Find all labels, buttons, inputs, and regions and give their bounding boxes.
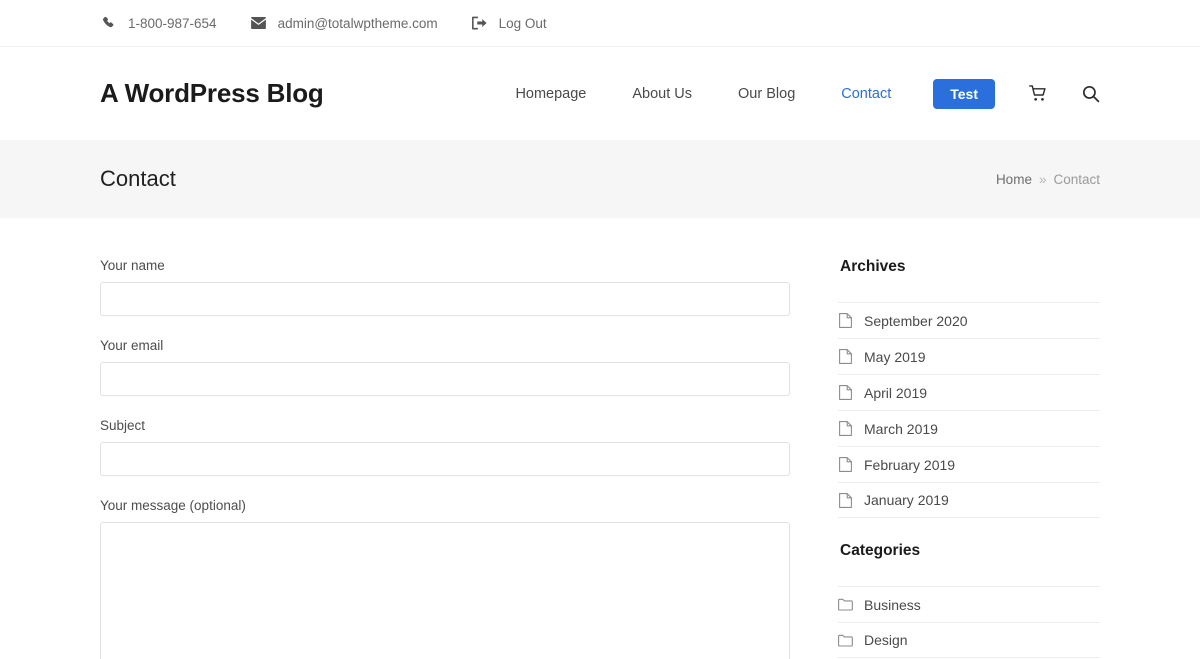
- page-content: Your name Your email Subject Your messag…: [0, 218, 1200, 659]
- list-item-label: March 2019: [864, 420, 938, 437]
- categories-list: Business Design: [838, 586, 1100, 658]
- field-label-your-name: Your name: [100, 258, 165, 273]
- list-item-label: May 2019: [864, 348, 926, 365]
- page-title: Contact: [100, 166, 176, 191]
- list-item-label: Business: [864, 596, 921, 613]
- widget-categories: Categories Business Design: [838, 542, 1100, 658]
- widget-title-archives: Archives: [840, 258, 906, 275]
- breadcrumb: Home » Contact: [996, 172, 1100, 187]
- site-header: A WordPress Blog Homepage About Us Our B…: [0, 47, 1200, 140]
- topbar-phone-label: 1-800-987-654: [128, 15, 217, 31]
- logout-icon: [471, 15, 488, 31]
- topbar-email[interactable]: admin@totalwptheme.com: [250, 15, 438, 31]
- topbar-logout-label: Log Out: [498, 15, 547, 31]
- list-item-label: April 2019: [864, 384, 928, 401]
- main-navigation: Homepage About Us Our Blog Contact Test: [515, 78, 1100, 109]
- file-icon: [838, 313, 853, 328]
- folder-icon: [838, 597, 853, 612]
- widget-title-categories: Categories: [840, 542, 921, 559]
- breadcrumb-separator: »: [1038, 171, 1047, 187]
- nav-item-about-us[interactable]: About Us: [632, 86, 692, 102]
- your-name-input[interactable]: [100, 282, 790, 316]
- contact-form: Your name Your email Subject Your messag…: [100, 218, 790, 659]
- file-icon: [838, 385, 853, 400]
- list-item[interactable]: January 2019: [838, 482, 1100, 518]
- cart-icon[interactable]: [1029, 85, 1048, 102]
- folder-icon: [838, 633, 853, 648]
- list-item-label: September 2020: [864, 312, 968, 329]
- widget-archives: Archives September 2020 May 2019 April 2…: [838, 258, 1100, 518]
- your-message-textarea[interactable]: [100, 522, 790, 659]
- breadcrumb-home[interactable]: Home: [996, 172, 1032, 187]
- envelope-icon: [250, 15, 267, 31]
- nav-item-our-blog[interactable]: Our Blog: [738, 86, 795, 102]
- file-icon: [838, 492, 853, 508]
- subject-input[interactable]: [100, 442, 790, 476]
- field-your-email: Your email: [100, 338, 790, 396]
- list-item-label: January 2019: [864, 492, 949, 508]
- list-item[interactable]: May 2019: [838, 338, 1100, 374]
- top-bar: 1-800-987-654 admin@totalwptheme.com Log…: [0, 0, 1200, 47]
- nav-item-homepage[interactable]: Homepage: [515, 86, 586, 102]
- field-subject: Subject: [100, 418, 790, 476]
- list-item[interactable]: March 2019: [838, 410, 1100, 446]
- sidebar: Archives September 2020 May 2019 April 2…: [838, 218, 1100, 659]
- list-item-label: Design: [864, 632, 908, 648]
- topbar-phone[interactable]: 1-800-987-654: [100, 15, 217, 31]
- list-item[interactable]: April 2019: [838, 374, 1100, 410]
- page-banner: Contact Home » Contact: [0, 140, 1200, 218]
- your-email-input[interactable]: [100, 362, 790, 396]
- phone-icon: [100, 15, 117, 31]
- breadcrumb-current: Contact: [1053, 171, 1100, 187]
- list-item[interactable]: September 2020: [838, 302, 1100, 338]
- topbar-email-label: admin@totalwptheme.com: [277, 15, 438, 31]
- file-icon: [838, 457, 853, 472]
- test-button[interactable]: Test: [933, 78, 995, 109]
- search-icon[interactable]: [1082, 85, 1100, 103]
- nav-item-contact[interactable]: Contact: [841, 86, 891, 102]
- list-item[interactable]: Design: [838, 622, 1100, 658]
- list-item[interactable]: Business: [838, 586, 1100, 622]
- list-item[interactable]: February 2019: [838, 446, 1100, 482]
- file-icon: [838, 421, 853, 436]
- field-your-name: Your name: [100, 258, 790, 316]
- field-your-message: Your message (optional): [100, 498, 790, 659]
- site-title[interactable]: A WordPress Blog: [100, 78, 324, 109]
- topbar-logout[interactable]: Log Out: [471, 15, 547, 31]
- archives-list: September 2020 May 2019 April 2019 March…: [838, 302, 1100, 518]
- file-icon: [838, 349, 853, 364]
- list-item-label: February 2019: [864, 456, 956, 473]
- field-label-your-message: Your message (optional): [100, 498, 246, 513]
- field-label-subject: Subject: [100, 418, 146, 433]
- field-label-your-email: Your email: [100, 338, 164, 353]
